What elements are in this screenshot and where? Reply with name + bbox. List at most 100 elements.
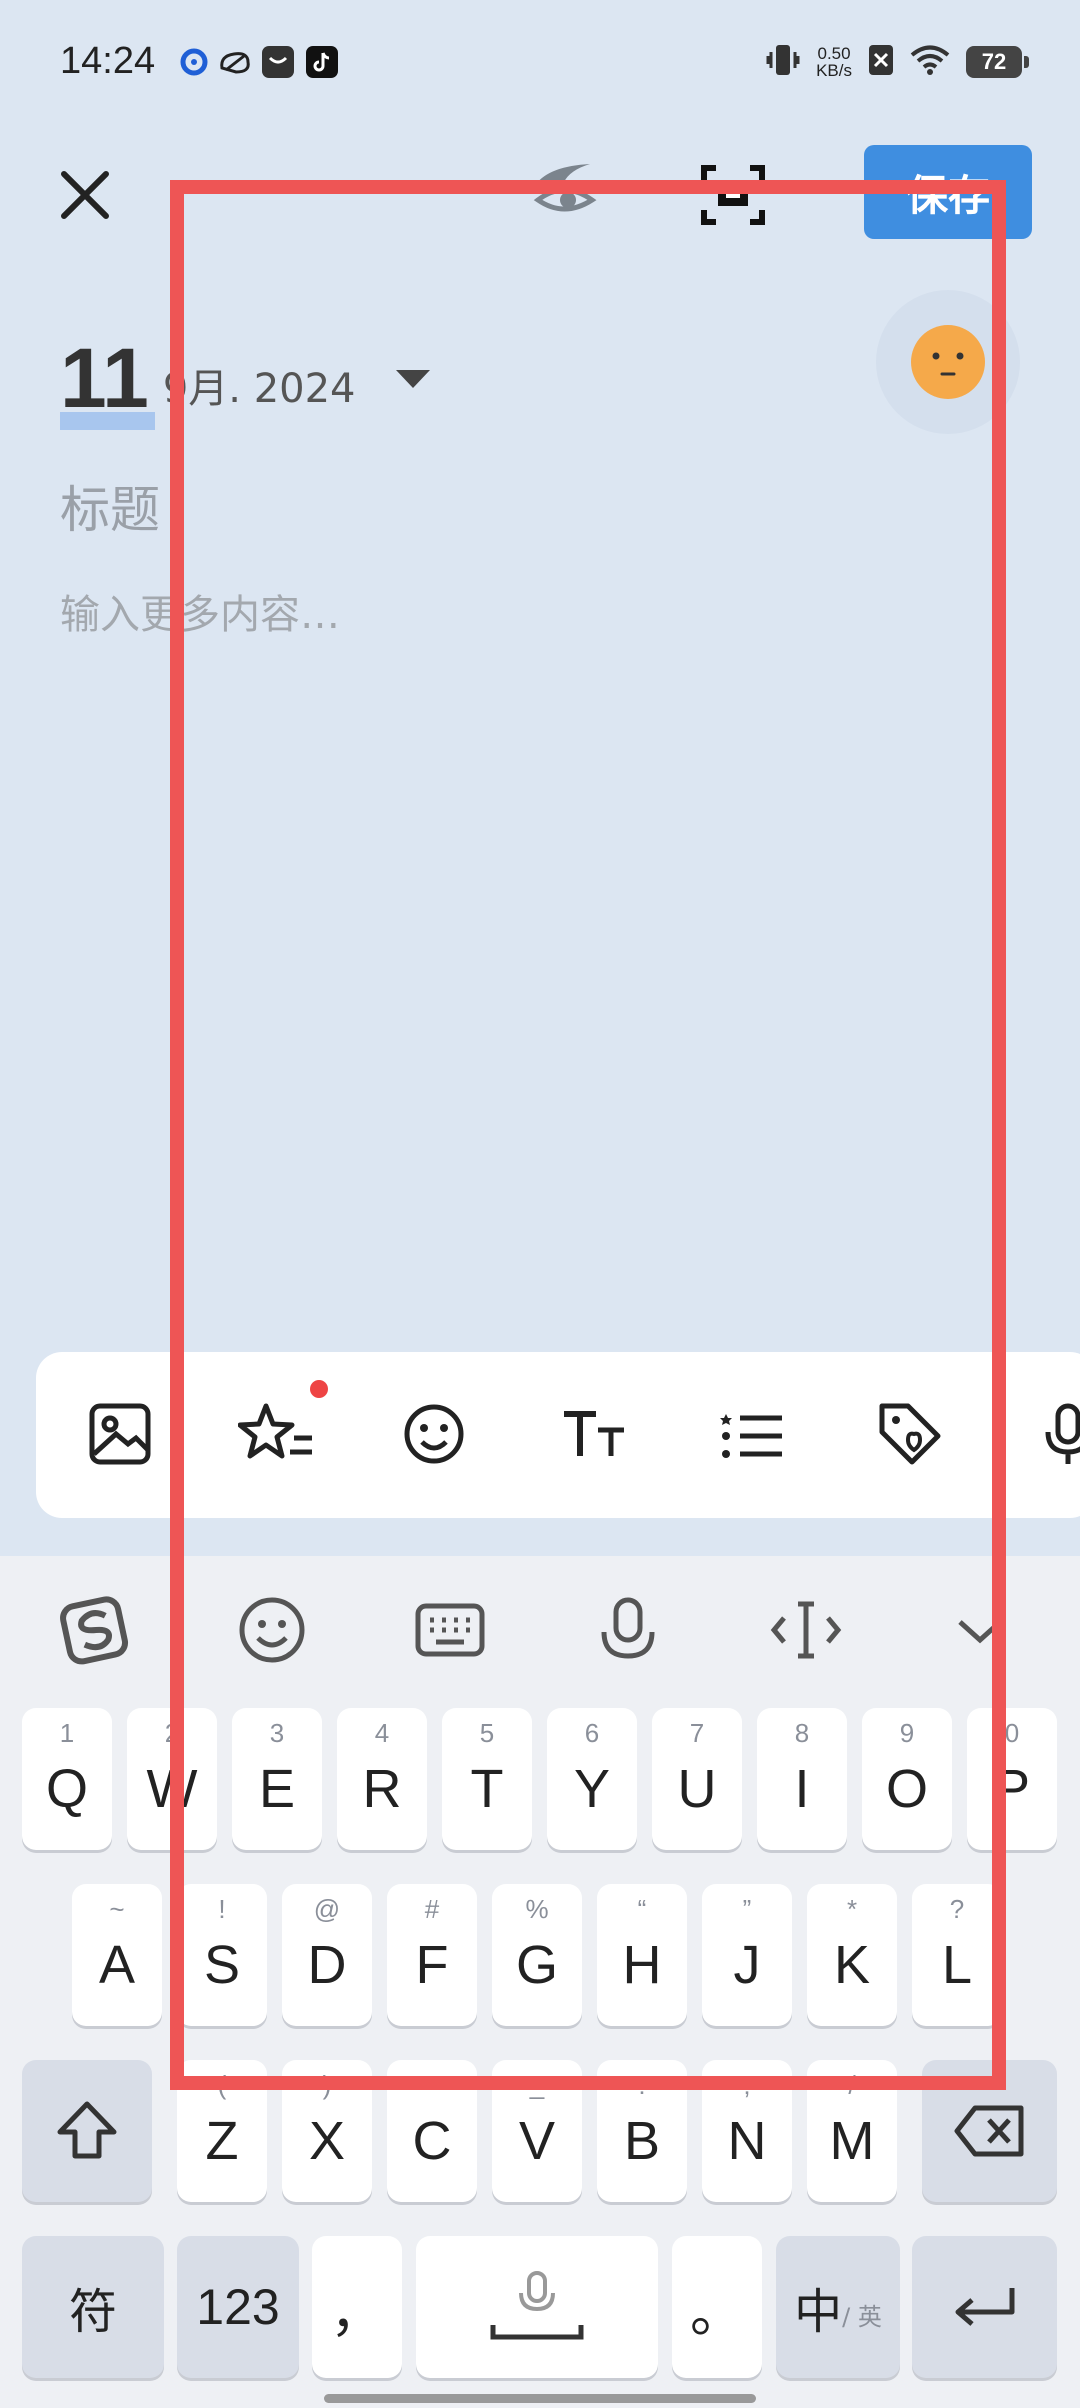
cursor-icon — [770, 1601, 842, 1659]
list-button[interactable] — [716, 1398, 788, 1470]
key-label: W — [146, 1759, 198, 1819]
date-selector[interactable]: 11 9月. 2024 — [60, 320, 430, 430]
scan-button[interactable] — [698, 160, 768, 230]
tiktok-app-icon — [306, 46, 338, 78]
key-n[interactable]: ; N — [702, 2060, 792, 2202]
key-b[interactable]: :B — [597, 2060, 687, 2202]
key-d[interactable]: @ D — [282, 1884, 372, 2026]
key-s[interactable]: ! S — [177, 1884, 267, 2026]
eye-icon — [533, 164, 597, 212]
key-label: U — [677, 1759, 717, 1819]
key-x[interactable]: ) X — [282, 2060, 372, 2202]
key-label: ， — [330, 2282, 384, 2343]
title-input[interactable]: 标题 — [60, 470, 160, 542]
keyboard-voice-button[interactable] — [588, 1590, 668, 1670]
key-sub: 7 — [689, 1718, 705, 1748]
net-speed-unit: KB/s — [816, 61, 852, 80]
key-o[interactable]: 9O — [862, 1708, 952, 1850]
key-label: B — [623, 2111, 661, 2171]
neutral-face-icon — [911, 325, 985, 399]
save-button[interactable]: 保存 — [864, 145, 1032, 239]
keyboard-layout-button[interactable] — [410, 1590, 490, 1670]
numbers-key[interactable]: 123 — [177, 2236, 299, 2378]
template-button[interactable] — [237, 1398, 312, 1470]
key-label: V — [518, 2111, 556, 2171]
key-k[interactable]: * K — [807, 1884, 897, 2026]
backspace-key[interactable] — [922, 2060, 1057, 2202]
enter-key[interactable] — [912, 2236, 1057, 2378]
battery-indicator: 72 — [966, 46, 1029, 78]
key-label: H — [622, 1935, 662, 1995]
key-l[interactable]: ? L — [912, 1884, 1002, 2026]
key-label: X — [308, 2111, 346, 2171]
collapse-keyboard-button[interactable] — [940, 1590, 1020, 1670]
space-key[interactable] — [416, 2236, 658, 2378]
key-y[interactable]: 6Y — [547, 1708, 637, 1850]
key-u[interactable]: 7U — [652, 1708, 742, 1850]
key-sub: ~ — [109, 1894, 125, 1924]
key-label: L — [941, 1935, 973, 1995]
key-label: I — [794, 1759, 810, 1819]
collapse-icon — [958, 1620, 1002, 1644]
language-switch-key[interactable]: 中 / 英 — [776, 2236, 900, 2378]
key-h[interactable]: “H — [597, 1884, 687, 2026]
key-c[interactable]: -C — [387, 2060, 477, 2202]
key-a[interactable]: ~ A — [72, 1884, 162, 2026]
key-label: Z — [205, 2111, 239, 2171]
key-i[interactable]: 8I — [757, 1708, 847, 1850]
period-key[interactable]: 。 — [672, 2236, 762, 2378]
key-v[interactable]: _ V — [492, 2060, 582, 2202]
key-sub: * — [846, 1894, 858, 1924]
tag-icon — [879, 1403, 941, 1465]
key-sub: 0 — [1004, 1718, 1020, 1748]
key-sub: ” — [742, 1894, 752, 1924]
status-right: 0.50 KB/s 72 — [766, 40, 1029, 84]
cursor-edit-button[interactable] — [766, 1590, 846, 1670]
key-label: 。 — [690, 2282, 744, 2343]
key-w[interactable]: 2W — [127, 1708, 217, 1850]
status-time: 14:24 — [60, 40, 156, 82]
scan-icon — [701, 165, 765, 225]
insert-image-button[interactable] — [84, 1398, 156, 1470]
insert-emoji-button[interactable] — [398, 1398, 470, 1470]
ime-logo-button[interactable] — [56, 1590, 136, 1670]
key-label: T — [470, 1759, 504, 1819]
emoji-icon — [239, 1597, 305, 1663]
key-sub: # — [424, 1894, 440, 1924]
voice-input-button[interactable] — [1032, 1398, 1080, 1470]
key-sub: : — [638, 2070, 646, 2100]
key-p[interactable]: 0P — [967, 1708, 1057, 1850]
status-bar: 14:24 0.50 KB/s 72 — [0, 0, 1080, 120]
sim-off-icon — [868, 44, 894, 80]
key-sub: 9 — [899, 1718, 915, 1748]
close-button[interactable] — [50, 160, 120, 230]
privacy-button[interactable] — [530, 160, 600, 230]
key-label: R — [362, 1759, 402, 1819]
home-indicator[interactable] — [324, 2394, 756, 2403]
comma-key[interactable]: ， — [312, 2236, 402, 2378]
key-m[interactable]: / M — [807, 2060, 897, 2202]
key-sub: ) — [322, 2070, 332, 2100]
key-j[interactable]: ” J — [702, 1884, 792, 2026]
month-year: 9月. 2024 — [162, 366, 356, 412]
key-r[interactable]: 4R — [337, 1708, 427, 1850]
backspace-icon — [954, 2105, 1023, 2157]
emoji-icon — [404, 1404, 464, 1464]
shift-key[interactable] — [22, 2060, 152, 2202]
key-e[interactable]: 3E — [232, 1708, 322, 1850]
key-sub: 3 — [269, 1718, 285, 1748]
star-list-icon — [237, 1403, 312, 1459]
sogou-logo-icon — [60, 1596, 129, 1665]
tag-button[interactable] — [874, 1398, 946, 1470]
text-style-button[interactable] — [558, 1398, 630, 1470]
mood-button[interactable] — [876, 290, 1020, 434]
key-g[interactable]: % G — [492, 1884, 582, 2026]
content-input[interactable]: 输入更多内容… — [60, 582, 340, 640]
symbols-key[interactable]: 符 — [22, 2236, 164, 2378]
key-z[interactable]: (Z — [177, 2060, 267, 2202]
key-sub: @ — [313, 1894, 341, 1924]
keyboard-emoji-button[interactable] — [232, 1590, 312, 1670]
key-t[interactable]: 5T — [442, 1708, 532, 1850]
key-q[interactable]: 1Q — [22, 1708, 112, 1850]
key-f[interactable]: # F — [387, 1884, 477, 2026]
